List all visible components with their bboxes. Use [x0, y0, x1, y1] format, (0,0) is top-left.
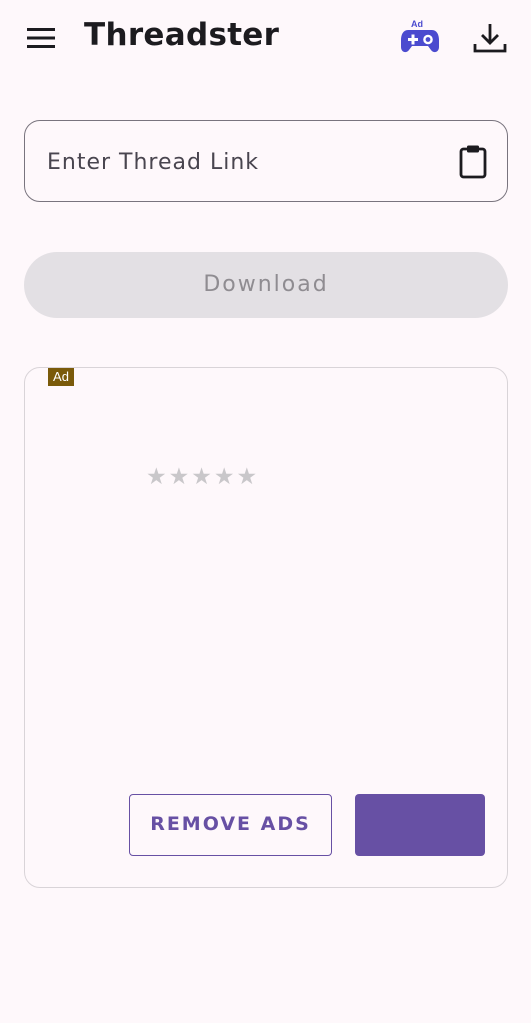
download-icon: [470, 24, 510, 60]
download-button[interactable]: Download: [24, 252, 508, 318]
star-icon: ★: [168, 464, 190, 490]
ad-card: Ad ★ ★ ★ ★ ★ REMOVE ADS: [24, 367, 508, 888]
star-rating: ★ ★ ★ ★ ★: [146, 466, 257, 489]
menu-button[interactable]: [24, 23, 58, 53]
thread-link-field: [24, 120, 508, 202]
ad-cta-button[interactable]: [355, 794, 485, 856]
star-icon: ★: [213, 464, 235, 490]
star-icon: ★: [191, 464, 212, 490]
top-app-bar: Threadster Ad: [0, 0, 531, 76]
menu-icon: [24, 23, 58, 53]
thread-link-input[interactable]: [47, 139, 447, 185]
game-ad-button[interactable]: Ad: [398, 19, 442, 55]
star-icon: ★: [146, 464, 167, 490]
star-icon: ★: [236, 464, 258, 490]
app-title: Threadster: [84, 17, 280, 53]
downloads-button[interactable]: [470, 20, 510, 56]
clipboard-icon: [455, 145, 491, 185]
app-screen: Threadster Ad Enter Thread Link Download…: [0, 0, 531, 1023]
ad-badge: Ad: [48, 368, 74, 386]
remove-ads-button[interactable]: REMOVE ADS: [129, 794, 332, 856]
paste-button[interactable]: [455, 143, 491, 181]
